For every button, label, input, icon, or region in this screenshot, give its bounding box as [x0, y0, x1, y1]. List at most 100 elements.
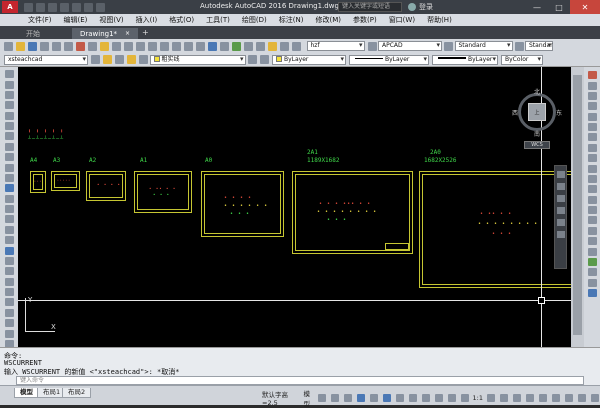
join-icon[interactable]: [587, 206, 597, 215]
scale-icon[interactable]: [587, 143, 597, 152]
viewcube[interactable]: 上 北 南 西 东 WCS: [512, 89, 562, 149]
model-space-button[interactable]: 模型: [303, 388, 314, 408]
layout-tab-layout2[interactable]: 布局2: [62, 388, 92, 398]
table-icon[interactable]: [4, 246, 14, 255]
sheet-a4[interactable]: •••: [30, 171, 46, 193]
rectangle-icon[interactable]: [4, 111, 14, 120]
minimize-button[interactable]: —: [526, 0, 548, 14]
new-icon[interactable]: [4, 41, 13, 51]
annotation-height[interactable]: 默认字高=2.5: [262, 389, 297, 407]
trim-icon[interactable]: [587, 164, 597, 173]
wcs-menu[interactable]: WCS: [524, 141, 550, 149]
zoom-realtime-icon[interactable]: [172, 41, 181, 51]
menu-modify[interactable]: 修改(M): [309, 15, 347, 25]
move-icon[interactable]: [587, 123, 597, 132]
add-selected-icon[interactable]: [4, 267, 14, 276]
table-style-combo[interactable]: Standard: [454, 41, 513, 51]
drawing-canvas[interactable]: ╹ ╹ ╹ ╹ ╹ ┴─┴─┴─┴─┴ A4 A3 A2 A1 A0 2A1 1…: [18, 67, 571, 347]
lineweight-toggle-icon[interactable]: [409, 394, 418, 402]
menu-file[interactable]: 文件(F): [22, 15, 58, 25]
menu-help[interactable]: 帮助(H): [421, 15, 458, 25]
multileader-style-icon[interactable]: [514, 41, 524, 51]
menu-parametric[interactable]: 参数(P): [347, 15, 383, 25]
workspace-settings-icon[interactable]: [91, 55, 100, 64]
mirror-icon[interactable]: [587, 91, 597, 100]
clean-screen-icon[interactable]: [577, 394, 586, 402]
layer-properties-icon[interactable]: [103, 55, 112, 64]
make-current-icon[interactable]: [247, 55, 257, 64]
offset-icon[interactable]: [4, 329, 14, 338]
explode-icon[interactable]: [587, 247, 597, 256]
menu-tools[interactable]: 工具(T): [200, 15, 236, 25]
login-button[interactable]: 登录: [408, 2, 433, 12]
redo-icon[interactable]: [96, 2, 105, 12]
mirror-icon[interactable]: [4, 319, 14, 328]
compass-south[interactable]: 南: [534, 129, 540, 138]
annotation-visibility-icon[interactable]: [448, 394, 457, 402]
sheet-a2[interactable]: • • • •: [86, 171, 126, 201]
properties-icon[interactable]: [587, 278, 597, 287]
annotation-monitor-icon[interactable]: [499, 394, 508, 402]
maximize-button[interactable]: □: [548, 0, 570, 14]
tab-start[interactable]: 开始: [18, 28, 70, 39]
zoom-previous-icon[interactable]: [196, 41, 205, 51]
scrollbar-thumb[interactable]: [573, 75, 582, 335]
print-icon[interactable]: [40, 41, 49, 51]
polygon-icon[interactable]: [4, 101, 14, 110]
layer-on-icon[interactable]: [115, 55, 124, 64]
tab-close-icon[interactable]: ×: [125, 30, 130, 37]
new-tab-icon[interactable]: +: [142, 28, 149, 39]
hatch-edit-icon[interactable]: [587, 257, 597, 266]
dimension-icon[interactable]: [4, 277, 14, 286]
table-style-icon[interactable]: [444, 41, 453, 51]
make-block-icon[interactable]: [4, 194, 14, 203]
sheet-a3[interactable]: •••••: [51, 171, 80, 191]
plotstyle-combo[interactable]: ByColor: [501, 54, 543, 65]
save-icon[interactable]: [28, 41, 37, 51]
viewcube-face-top[interactable]: 上: [528, 103, 546, 121]
tool-palettes-icon[interactable]: [232, 41, 241, 51]
zoom-extents-icon[interactable]: [557, 195, 565, 202]
open-icon[interactable]: [36, 2, 45, 12]
revision-cloud-icon[interactable]: [4, 142, 14, 151]
command-input[interactable]: 键入命令: [16, 376, 584, 385]
ortho-icon[interactable]: [344, 394, 353, 402]
print-icon[interactable]: [72, 2, 81, 12]
polyline-icon[interactable]: [4, 90, 14, 99]
menu-window[interactable]: 窗口(W): [383, 15, 421, 25]
lock-ui-icon[interactable]: [538, 394, 547, 402]
mtext-icon[interactable]: [4, 256, 14, 265]
multileader-style-combo[interactable]: Standar: [525, 41, 553, 51]
block-editor-icon[interactable]: [124, 41, 133, 51]
undo-icon[interactable]: [136, 41, 145, 51]
menu-dimension[interactable]: 标注(N): [273, 15, 310, 25]
pan-icon[interactable]: [160, 41, 169, 51]
grid-icon[interactable]: [318, 394, 327, 402]
lineweight-combo[interactable]: ByLayer: [432, 54, 498, 65]
offset-icon[interactable]: [587, 102, 597, 111]
spline-icon[interactable]: [4, 153, 14, 162]
stretch-icon[interactable]: [587, 154, 597, 163]
layer-lock-icon[interactable]: [139, 55, 148, 64]
text-style-icon[interactable]: [292, 41, 301, 51]
vertical-scrollbar[interactable]: [571, 67, 584, 347]
hardware-acceleration-icon[interactable]: [564, 394, 573, 402]
save-icon[interactable]: [48, 2, 57, 12]
isodraft-icon[interactable]: [370, 394, 379, 402]
save-as-icon[interactable]: [60, 2, 69, 12]
sheet-2a0[interactable]: • •• • • • • • • • • • • • • •: [419, 171, 571, 288]
construction-line-icon[interactable]: [4, 80, 14, 89]
showmotion-icon[interactable]: [557, 219, 565, 226]
auto-scale-icon[interactable]: [461, 394, 470, 402]
steering-wheel-icon[interactable]: [557, 171, 565, 178]
redo-icon[interactable]: [148, 41, 157, 51]
design-center-icon[interactable]: [220, 41, 229, 51]
break-at-point-icon[interactable]: [587, 185, 597, 194]
erase-icon[interactable]: [4, 298, 14, 307]
ellipse-icon[interactable]: [4, 163, 14, 172]
region-icon[interactable]: [4, 236, 14, 245]
calculator-icon[interactable]: [268, 41, 277, 51]
match-properties-icon[interactable]: [112, 41, 121, 51]
compass-west[interactable]: 西: [512, 108, 518, 117]
text-edit-icon[interactable]: [587, 268, 597, 277]
